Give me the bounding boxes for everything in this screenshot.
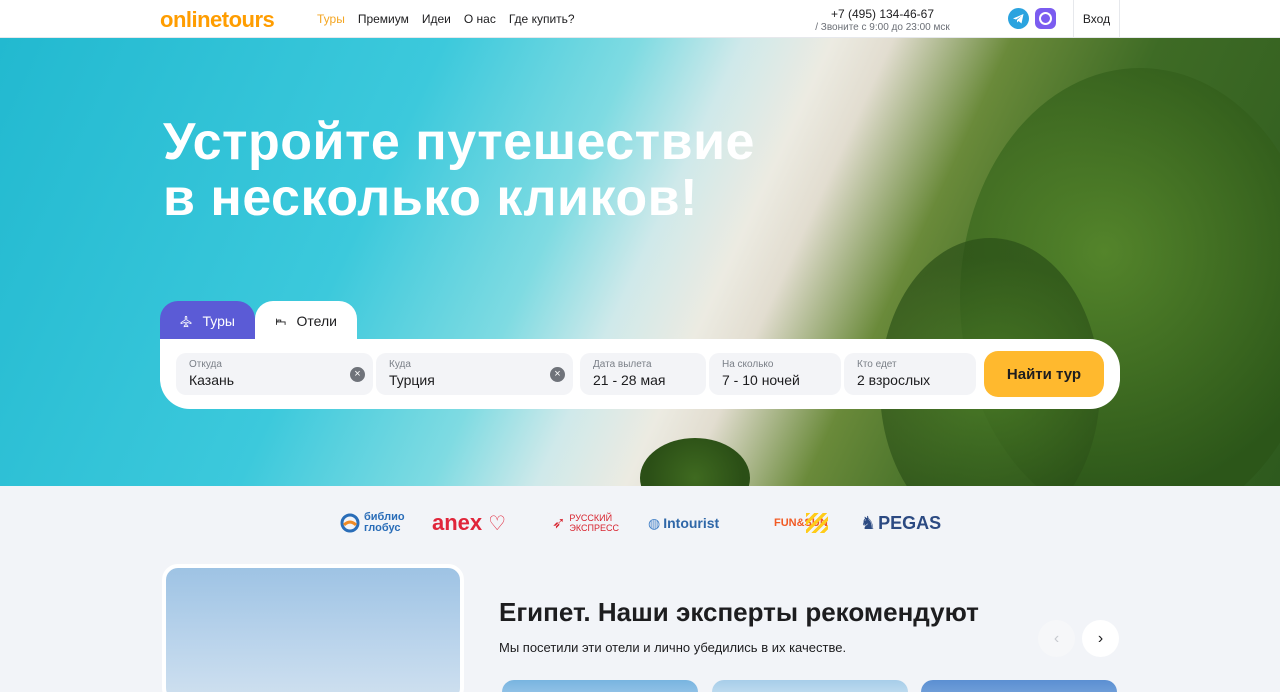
pegas-logo: PEGAS: [878, 512, 942, 533]
nav-ideas[interactable]: Идеи: [422, 12, 451, 26]
clear-icon[interactable]: ×: [550, 367, 565, 382]
intourist-logo: Intourist: [663, 515, 720, 531]
login-button[interactable]: Вход: [1073, 0, 1120, 38]
bed-icon: [276, 318, 286, 325]
hero-headline: Устройте путешествие в несколько кликов!: [163, 114, 755, 226]
clear-icon[interactable]: ×: [350, 367, 365, 382]
partner-biblioglobus[interactable]: библио глобус: [340, 512, 405, 534]
phone-number[interactable]: +7 (495) 134-46-67: [790, 7, 975, 21]
partner-pegas[interactable]: ♞ PEGAS: [860, 512, 941, 534]
russian-express-line-2: ЭКСПРЕСС: [569, 523, 619, 533]
hero-palm: [640, 438, 750, 486]
nights-label: На сколько: [722, 359, 774, 370]
section-subtitle: Мы посетили эти отели и лично убедились …: [499, 640, 847, 655]
nav-tours[interactable]: Туры: [317, 12, 345, 26]
from-field[interactable]: Откуда Казань ×: [176, 353, 373, 395]
phone-block: +7 (495) 134-46-67 / Звоните с 9:00 до 2…: [790, 7, 975, 33]
from-value: Казань: [189, 372, 235, 388]
to-value: Турция: [389, 372, 435, 388]
telegram-icon[interactable]: [1008, 8, 1029, 29]
nav-about[interactable]: О нас: [464, 12, 496, 26]
partner-funsun[interactable]: FUN&SUN: [774, 512, 828, 534]
main-nav: Туры Премиум Идеи О нас Где купить?: [317, 12, 575, 26]
tab-tours-label: Туры: [202, 313, 235, 329]
search-tabs: Туры Отели: [160, 301, 357, 341]
tab-hotels[interactable]: Отели: [255, 301, 357, 341]
partners-strip: библио глобус anex ♡ ➶ РУССКИЙ ЭКСПРЕСС …: [0, 500, 1280, 546]
search-form: Откуда Казань × Куда Турция × Дата вылет…: [160, 339, 1120, 409]
tab-hotels-label: Отели: [296, 313, 337, 329]
hero-banner: Устройте путешествие в несколько кликов!…: [0, 38, 1280, 486]
biblioglobus-logo-icon: [340, 513, 360, 533]
carousel-prev-button[interactable]: ‹: [1038, 620, 1075, 657]
date-value: 21 - 28 мая: [593, 372, 666, 388]
airplane-icon: [180, 315, 192, 327]
globe-icon: ◍: [648, 514, 661, 531]
from-label: Откуда: [189, 359, 222, 370]
pegasus-icon: ♞: [860, 512, 877, 533]
site-header: onlinetours Туры Премиум Идеи О нас Где …: [0, 0, 1280, 38]
heart-icon: ♡: [488, 512, 507, 535]
to-field[interactable]: Куда Турция ×: [376, 353, 573, 395]
tab-tours[interactable]: Туры: [160, 301, 255, 341]
headline-line-1: Устройте путешествие: [163, 113, 755, 171]
partner-anex[interactable]: anex ♡: [432, 510, 507, 535]
hotel-card-thumbnail[interactable]: [502, 680, 698, 692]
partner-russian-express[interactable]: ➶ РУССКИЙ ЭКСПРЕСС: [552, 512, 619, 534]
featured-hotel-image[interactable]: [162, 564, 464, 692]
russian-express-line-1: РУССКИЙ: [569, 513, 613, 523]
nav-premium[interactable]: Премиум: [358, 12, 409, 26]
find-tour-button[interactable]: Найти тур: [984, 351, 1104, 397]
travelers-label: Кто едет: [857, 359, 897, 370]
phone-hours: / Звоните с 9:00 до 23:00 мск: [815, 22, 950, 33]
travelers-value: 2 взрослых: [857, 372, 931, 388]
nav-where-to-buy[interactable]: Где купить?: [509, 12, 575, 26]
headline-line-2: в несколько кликов!: [163, 169, 698, 227]
section-title: Египет. Наши эксперты рекомендуют: [499, 597, 979, 627]
nights-field[interactable]: На сколько 7 - 10 ночей: [709, 353, 841, 395]
max-messenger-icon[interactable]: [1035, 8, 1056, 29]
funsun-logo: FUN&SUN: [774, 516, 828, 529]
anex-logo: anex: [432, 510, 483, 535]
biblioglobus-line-2: глобус: [364, 522, 401, 534]
hotel-card-thumbnail[interactable]: [921, 680, 1117, 692]
rocket-icon: ➶: [552, 515, 566, 532]
logo[interactable]: onlinetours: [160, 7, 275, 33]
to-label: Куда: [389, 359, 411, 370]
date-label: Дата вылета: [593, 359, 652, 370]
hotel-card-thumbnail[interactable]: [712, 680, 908, 692]
date-field[interactable]: Дата вылета 21 - 28 мая: [580, 353, 706, 395]
nights-value: 7 - 10 ночей: [722, 372, 800, 388]
travelers-field[interactable]: Кто едет 2 взрослых: [844, 353, 976, 395]
partner-intourist[interactable]: ◍ Intourist: [648, 512, 719, 534]
sun-stripes-icon: [806, 513, 828, 533]
carousel-next-button[interactable]: ›: [1082, 620, 1119, 657]
